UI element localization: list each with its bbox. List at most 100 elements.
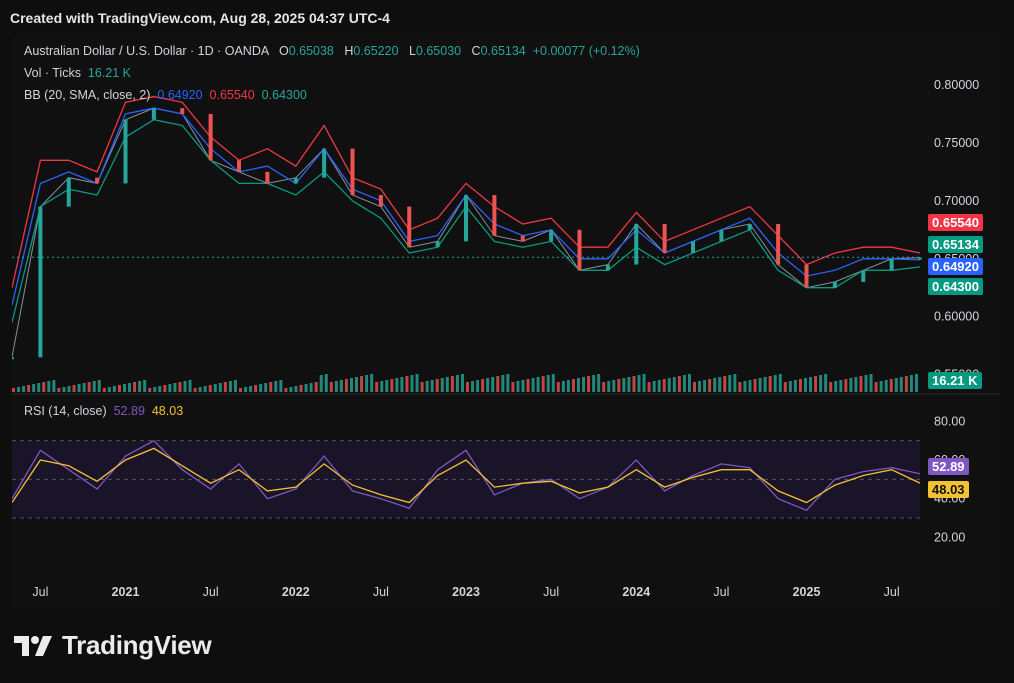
candle	[180, 108, 185, 114]
candle	[861, 270, 866, 282]
volume-bar	[657, 380, 661, 392]
volume-bar	[27, 385, 31, 392]
volume-bar	[208, 385, 212, 392]
price-axis-tick: 0.60000	[934, 310, 979, 324]
tradingview-branding[interactable]: TradingView	[14, 630, 212, 661]
bb-lower-tag: 0.64300	[928, 278, 983, 295]
volume-bar	[178, 382, 182, 392]
candle	[322, 148, 327, 178]
volume-bar	[486, 378, 490, 392]
volume-bar	[546, 375, 550, 392]
volume-bar	[17, 387, 21, 392]
volume-bar	[334, 381, 338, 392]
price-axis-tick: 0.70000	[934, 194, 979, 208]
volume-bar	[284, 388, 288, 392]
volume-bar	[435, 379, 439, 392]
time-axis-tick: 2022	[282, 585, 310, 599]
candle	[605, 264, 610, 271]
volume-bar	[667, 378, 671, 392]
volume-bar	[803, 378, 807, 392]
open-label: O	[278, 44, 289, 58]
time-axis-tick: Jul	[203, 585, 219, 599]
candle	[123, 119, 128, 184]
rsi-axis-tick: 20.00	[934, 530, 965, 544]
volume-bar	[733, 374, 737, 392]
legend-symbol-line: Australian Dollar / U.S. Dollar · 1D · O…	[24, 44, 640, 58]
high-value: 0.65220	[353, 44, 399, 58]
volume-bar	[592, 375, 596, 392]
candle	[691, 241, 695, 253]
volume-bar	[708, 379, 712, 392]
volume-bar	[133, 382, 137, 392]
volume-bar	[360, 376, 364, 392]
volume-bar	[501, 375, 505, 392]
volume-bar	[395, 378, 399, 392]
time-axis-tick: Jul	[543, 585, 559, 599]
symbol-label[interactable]: Australian Dollar / U.S. Dollar · 1D · O…	[24, 44, 269, 58]
volume-bar	[718, 377, 722, 392]
bb-upper-value: 0.65540	[209, 88, 255, 102]
volume-bar	[294, 386, 298, 392]
volume-bar	[349, 378, 353, 392]
candle	[464, 195, 468, 242]
legend-bb-line: BB (20, SMA, close, 2) 0.64920 0.65540 0…	[24, 88, 307, 102]
tradingview-wordmark: TradingView	[62, 630, 212, 660]
volume-bar	[168, 384, 172, 392]
volume-bar	[566, 380, 570, 392]
volume-bar	[158, 386, 162, 392]
volume-bar	[647, 382, 651, 392]
volume-bar	[587, 376, 591, 392]
volume-bar	[536, 377, 540, 392]
volume-bar	[324, 374, 328, 392]
candle	[520, 235, 525, 242]
chart-panel[interactable]: 0.800000.750000.700000.650000.600000.550…	[12, 36, 1000, 608]
volume-bar	[582, 377, 586, 392]
volume-label[interactable]: Vol · Ticks	[24, 66, 81, 80]
volume-bar	[506, 374, 510, 392]
time-axis-tick: 2023	[452, 585, 480, 599]
candle	[12, 357, 14, 360]
candle	[265, 171, 270, 184]
rsi-ma-value: 48.03	[151, 404, 184, 418]
volume-bar	[466, 382, 469, 392]
volume-bar	[798, 379, 802, 392]
volume-bar	[778, 374, 782, 392]
volume-bar	[576, 378, 580, 392]
rsi-label[interactable]: RSI (14, close)	[24, 404, 107, 418]
volume-bar	[329, 382, 333, 392]
candle	[407, 206, 412, 248]
volume-bar	[455, 375, 459, 392]
candle	[38, 206, 43, 358]
volume-bar	[42, 382, 46, 392]
volume-bar	[652, 381, 656, 392]
volume-bar	[203, 386, 207, 392]
volume-bar	[77, 384, 81, 392]
candle	[918, 257, 922, 260]
chart-canvas[interactable]: 0.800000.750000.700000.650000.600000.550…	[12, 36, 1000, 608]
volume-bar	[899, 377, 903, 392]
candle	[747, 224, 752, 230]
volume-bar	[521, 380, 525, 392]
volume-bar	[819, 375, 823, 392]
volume-bar	[138, 381, 142, 392]
volume-bar	[309, 383, 313, 392]
volume-bar	[864, 375, 868, 392]
volume-bar	[52, 380, 56, 392]
volume-bar	[854, 377, 858, 392]
candle	[889, 258, 894, 271]
volume-bar	[244, 387, 248, 392]
volume-bar	[491, 377, 495, 392]
close-price-tag: 0.65134	[928, 236, 983, 253]
volume-bar	[92, 381, 96, 392]
candle	[662, 224, 667, 253]
volume-bar	[72, 385, 76, 392]
volume-bar	[228, 381, 232, 392]
volume-bar	[112, 386, 116, 392]
rsi-axis-tick: 80.00	[934, 414, 965, 428]
volume-bar	[844, 379, 848, 392]
bb-label[interactable]: BB (20, SMA, close, 2)	[24, 88, 150, 102]
watermark-header: Created with TradingView.com, Aug 28, 20…	[10, 10, 390, 26]
volume-bar	[884, 380, 888, 392]
volume-bar	[254, 385, 258, 392]
low-value: 0.65030	[415, 44, 462, 58]
